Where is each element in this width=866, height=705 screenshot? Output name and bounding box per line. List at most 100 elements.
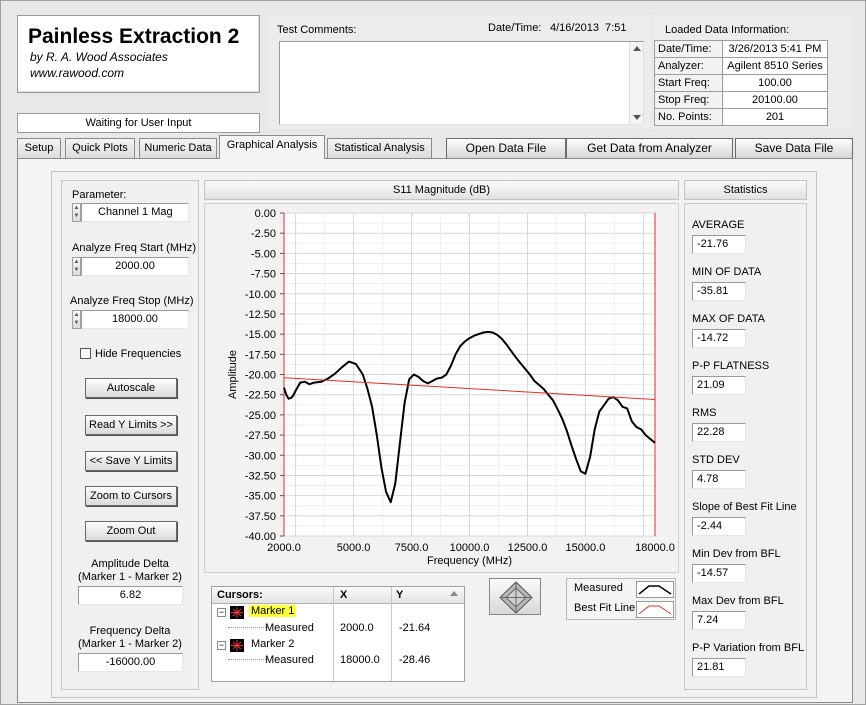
stat-value: 21.09: [692, 376, 746, 395]
marker-1-x: 2000.0: [340, 622, 374, 634]
marker-2-x: 18000.0: [340, 654, 380, 666]
tab-graphical-analysis[interactable]: Graphical Analysis: [219, 135, 325, 159]
col-divider: [333, 587, 334, 681]
y-tick-label: -12.50: [245, 309, 276, 321]
loaded-info-key: Start Freq:: [654, 74, 723, 92]
tab-label: Setup: [24, 142, 54, 154]
legend-best-fit-swatch[interactable]: [636, 601, 674, 618]
analyze-start-stepper[interactable]: ▲ ▼: [72, 257, 81, 276]
y-tick-label: -30.00: [245, 450, 276, 462]
tab-label: Numeric Data: [144, 142, 212, 154]
loaded-info-key: No. Points:: [654, 108, 723, 126]
s11-chart[interactable]: 0.00 -2.50 -5.00 -7.50 -10.00 -12.50 -15.00 -17…: [204, 203, 679, 575]
x-axis-label: Frequency (MHz): [427, 555, 512, 567]
y-tick-label: -32.50: [245, 470, 276, 482]
stat-value: -35.81: [692, 282, 746, 301]
marker-2-y: -28.46: [399, 654, 431, 666]
datetime-value: 4/16/2013 7:51: [550, 22, 627, 34]
loaded-info-title: Loaded Data Information:: [665, 24, 790, 36]
marker-2-name[interactable]: Marker 2: [251, 638, 294, 650]
cursor-scrollbar-up-icon[interactable]: [450, 591, 458, 596]
marker-2-collapse-icon[interactable]: −: [217, 641, 226, 650]
stat-label: STD DEV: [692, 454, 740, 466]
tab-setup[interactable]: Setup: [17, 138, 61, 158]
loaded-info-value: Agilent 8510 Series: [722, 57, 828, 75]
scroll-down-icon[interactable]: [633, 115, 641, 120]
comments-scrollbar[interactable]: [629, 42, 643, 124]
status-box: Waiting for User Input: [17, 113, 260, 133]
parameter-select[interactable]: Channel 1 Mag: [81, 203, 189, 222]
y-tick-label: -2.50: [251, 228, 276, 240]
chart-title: S11 Magnitude (dB): [392, 184, 491, 196]
zoom-to-cursors-button[interactable]: Zoom to Cursors: [85, 486, 177, 506]
save-y-limits-button[interactable]: << Save Y Limits: [85, 451, 177, 471]
stat-value: 21.81: [692, 658, 746, 677]
cursor-table[interactable]: Cursors: X Y − Marker 1 Measured 2000.0 …: [211, 586, 465, 682]
stat-label: P-P Variation from BFL: [692, 642, 805, 654]
amplitude-delta-sublabel: (Marker 1 - Marker 2): [78, 571, 182, 583]
loaded-info-panel: Loaded Data Information: Date/Time: 3/26/…: [653, 15, 853, 129]
col-divider: [391, 587, 392, 681]
y-tick-label: -27.50: [245, 430, 276, 442]
loaded-info-key: Analyzer:: [654, 57, 723, 75]
y-tick-label: -5.00: [251, 248, 276, 260]
y-tick-label: -22.50: [245, 390, 276, 402]
hide-frequencies-checkbox[interactable]: [80, 348, 91, 359]
loaded-info-row: No. Points: 201: [654, 108, 828, 126]
tab-label: Statistical Analysis: [334, 142, 425, 154]
autoscale-button[interactable]: Autoscale: [85, 378, 177, 398]
y-tick-label: -7.50: [251, 269, 276, 281]
loaded-info-value: 201: [722, 108, 828, 126]
analyze-stop-stepper[interactable]: ▲ ▼: [72, 310, 81, 329]
tab-statistical-analysis[interactable]: Statistical Analysis: [327, 138, 432, 158]
frequency-delta-sublabel: (Marker 1 - Marker 2): [78, 638, 182, 650]
loaded-info-row: Start Freq: 100.00: [654, 74, 828, 92]
loaded-info-value: 100.00: [722, 74, 828, 92]
y-tick-label: -10.00: [245, 289, 276, 301]
x-tick-label: 2000.0: [267, 542, 301, 554]
analyze-stop-input[interactable]: 18000.00: [81, 310, 189, 329]
marker-1-trace: Measured: [265, 622, 314, 634]
cursors-col-x: X: [340, 589, 348, 601]
tab-numeric-data[interactable]: Numeric Data: [139, 138, 217, 158]
stat-label: P-P FLATNESS: [692, 360, 770, 372]
marker-2-trace: Measured: [265, 654, 314, 666]
legend-best-fit-label: Best Fit Line: [574, 602, 636, 614]
marker-1-name[interactable]: Marker 1: [249, 605, 297, 617]
tab-quick-plots[interactable]: Quick Plots: [65, 138, 135, 158]
plot-legend: Measured Best Fit Line: [566, 578, 676, 620]
read-y-limits-button[interactable]: Read Y Limits >>: [85, 415, 177, 435]
app-title: Painless Extraction 2: [28, 25, 240, 48]
app-window: Painless Extraction 2 by R. A. Wood Asso…: [0, 0, 866, 705]
legend-measured-swatch[interactable]: [636, 581, 674, 598]
cursor-move-control[interactable]: [489, 578, 541, 615]
y-tick-label: -37.50: [245, 511, 276, 523]
title-box: Painless Extraction 2 by R. A. Wood Asso…: [17, 15, 260, 93]
cursors-header: Cursors:: [217, 589, 263, 601]
tree-line: [228, 659, 268, 660]
save-data-file-button[interactable]: Save Data File: [735, 138, 853, 159]
zoom-out-button[interactable]: Zoom Out: [85, 521, 177, 541]
legend-measured-label: Measured: [574, 582, 623, 594]
stat-label: Min Dev from BFL: [692, 548, 781, 560]
frequency-delta-value: -16000.00: [78, 653, 183, 672]
get-data-from-analyzer-button[interactable]: Get Data from Analyzer: [566, 138, 733, 159]
open-data-file-button[interactable]: Open Data File: [446, 138, 566, 159]
frequency-delta-label: Frequency Delta: [89, 625, 171, 637]
scroll-up-icon[interactable]: [633, 46, 641, 51]
y-tick-label: 0.00: [255, 208, 276, 220]
stat-label: MAX OF DATA: [692, 313, 765, 325]
stat-value: 7.24: [692, 611, 746, 630]
parameter-stepper[interactable]: ▲ ▼: [72, 203, 81, 222]
tab-label: Quick Plots: [72, 142, 128, 154]
x-tick-label: 7500.0: [395, 542, 429, 554]
analyze-start-input[interactable]: 2000.00: [81, 257, 189, 276]
y-tick-label: -35.00: [245, 491, 276, 503]
marker-1-collapse-icon[interactable]: −: [217, 608, 226, 617]
cursors-col-y: Y: [396, 589, 404, 601]
stat-label: AVERAGE: [692, 219, 745, 231]
hide-frequencies-label: Hide Frequencies: [95, 348, 182, 360]
y-axis-label: Amplitude: [227, 350, 239, 399]
loaded-info-key: Date/Time:: [654, 40, 723, 58]
test-comments-textarea[interactable]: [279, 41, 644, 125]
